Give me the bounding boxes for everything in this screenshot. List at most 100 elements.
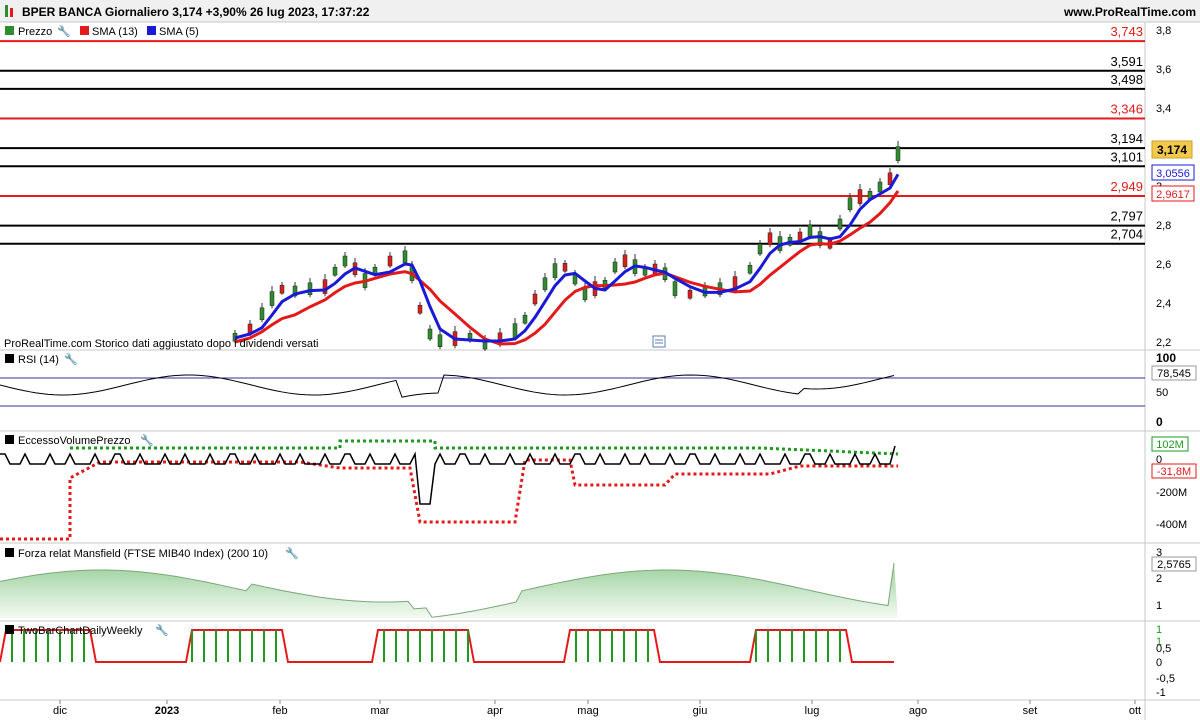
price-legend-swatch bbox=[5, 26, 14, 35]
twobar-tick-05: 0,5 bbox=[1156, 643, 1171, 655]
sma5-legend-swatch bbox=[147, 26, 156, 35]
level-label: 2,949 bbox=[1110, 179, 1143, 194]
x-axis-label: ago bbox=[909, 705, 927, 717]
chart-title: BPER BANCA Giornaliero 3,174 +3,90% 26 l… bbox=[22, 5, 370, 19]
twobar-label: TwoBarChartDailyWeekly bbox=[18, 625, 143, 637]
candle bbox=[582, 287, 588, 301]
candle bbox=[837, 218, 843, 230]
candle bbox=[532, 293, 538, 305]
candle bbox=[402, 250, 408, 264]
volume-label: EccessoVolumePrezzo bbox=[18, 435, 131, 447]
sma5-value-label: 3,0556 bbox=[1156, 168, 1190, 180]
chart-canvas: BPER BANCA Giornaliero 3,174 +3,90% 26 l… bbox=[0, 0, 1200, 720]
price-tick: 3,8 bbox=[1156, 25, 1171, 37]
volume-neg-value: -31,8M bbox=[1157, 466, 1191, 478]
price-tick: 2,4 bbox=[1156, 298, 1171, 310]
level-label: 2,704 bbox=[1110, 227, 1143, 242]
price-tick: 3,6 bbox=[1156, 64, 1171, 76]
candle bbox=[807, 224, 813, 238]
level-label: 3,194 bbox=[1110, 131, 1143, 146]
watermark-text: ProRealTime.com Storico dati aggiustato … bbox=[4, 338, 318, 350]
sma13-value-label: 2,9617 bbox=[1156, 189, 1190, 201]
wrench-icon[interactable]: 🔧 bbox=[285, 546, 299, 560]
candle bbox=[387, 255, 393, 267]
price-tick: 2,6 bbox=[1156, 259, 1171, 271]
candle bbox=[857, 189, 863, 204]
legend-price: Prezzo bbox=[18, 26, 52, 38]
x-axis-label: feb bbox=[272, 705, 287, 717]
candle bbox=[622, 254, 628, 268]
candle bbox=[279, 284, 285, 294]
level-label: 3,498 bbox=[1110, 72, 1143, 87]
x-axis-label: lug bbox=[805, 705, 820, 717]
x-axis-label: giu bbox=[693, 705, 708, 717]
candle bbox=[895, 146, 901, 161]
mansfield-label: Forza relat Mansfield (FTSE MIB40 Index)… bbox=[18, 548, 268, 560]
price-tick: 2,8 bbox=[1156, 220, 1171, 232]
volume-tick-200: -200M bbox=[1156, 487, 1187, 499]
candle bbox=[542, 277, 548, 291]
x-axis-label: apr bbox=[487, 705, 503, 717]
mansfield-value: 2,5765 bbox=[1157, 559, 1191, 571]
level-label: 3,346 bbox=[1110, 102, 1143, 117]
candle bbox=[307, 282, 313, 296]
dividend-icon[interactable] bbox=[652, 335, 666, 348]
sma5-line bbox=[234, 173, 900, 343]
twobar-legend: TwoBarChartDailyWeekly 🔧 bbox=[5, 623, 169, 637]
legend-sma13: SMA (13) bbox=[92, 26, 138, 38]
candle bbox=[269, 291, 275, 306]
candle bbox=[522, 314, 528, 324]
rsi-tick-50: 50 bbox=[1156, 387, 1168, 399]
volume-tick-400: -400M bbox=[1156, 519, 1187, 531]
volume-pos-value: 102M bbox=[1156, 439, 1184, 451]
mansfield-legend: Forza relat Mansfield (FTSE MIB40 Index)… bbox=[5, 546, 299, 560]
price-tick: 3,4 bbox=[1156, 103, 1171, 115]
x-axis-label: mar bbox=[371, 705, 390, 717]
candle bbox=[687, 289, 693, 299]
horizontal-levels: 3,743 3,591 3,498 3,346 3,194 3,101 2,949 2,797… bbox=[0, 24, 1145, 245]
rsi-tick-100: 100 bbox=[1156, 351, 1176, 365]
price-tick: 2,2 bbox=[1156, 337, 1171, 349]
candle bbox=[437, 334, 443, 348]
candle bbox=[672, 281, 678, 296]
twobar-tick-m05: -0,5 bbox=[1156, 673, 1175, 685]
volume-legend: EccessoVolumePrezzo 🔧 bbox=[5, 433, 154, 447]
mansfield-tick-2: 2 bbox=[1156, 573, 1162, 585]
candle bbox=[877, 181, 883, 193]
candle bbox=[512, 323, 518, 338]
candle bbox=[552, 263, 558, 278]
x-axis: dic 2023 feb mar apr mag giu lug ago set ott bbox=[53, 700, 1141, 717]
candle bbox=[417, 304, 423, 314]
candle bbox=[757, 243, 763, 255]
x-axis-label: mag bbox=[577, 705, 598, 717]
twobar-tick-m1: -1 bbox=[1156, 687, 1166, 699]
wrench-icon[interactable]: 🔧 bbox=[155, 623, 169, 637]
candle bbox=[332, 266, 338, 276]
level-label: 3,101 bbox=[1110, 149, 1143, 164]
candle bbox=[767, 232, 773, 246]
price-candles bbox=[232, 141, 901, 351]
x-axis-label: dic bbox=[53, 705, 68, 717]
sma13-legend-swatch bbox=[80, 26, 89, 35]
wrench-icon[interactable]: 🔧 bbox=[140, 433, 154, 447]
x-axis-label: set bbox=[1023, 705, 1038, 717]
candle bbox=[847, 197, 853, 211]
candle bbox=[612, 261, 618, 273]
twobar-tick-0: 0 bbox=[1156, 657, 1162, 669]
website-label: www.ProRealTime.com bbox=[1063, 5, 1196, 19]
candle bbox=[747, 264, 753, 274]
rsi-value: 78,545 bbox=[1157, 368, 1191, 380]
candle bbox=[427, 328, 433, 340]
rsi-tick-0: 0 bbox=[1156, 415, 1163, 429]
level-label: 3,591 bbox=[1110, 54, 1143, 69]
x-axis-label: 2023 bbox=[155, 705, 179, 717]
wrench-icon[interactable]: 🔧 bbox=[57, 24, 71, 38]
wrench-icon[interactable]: 🔧 bbox=[64, 352, 78, 366]
candle bbox=[562, 262, 568, 272]
twobar-value-top: 1 bbox=[1156, 624, 1162, 636]
legend-sma5: SMA (5) bbox=[159, 26, 199, 38]
rsi-label: RSI (14) bbox=[18, 354, 59, 366]
price-legend: Prezzo 🔧 SMA (13) SMA (5) bbox=[2, 23, 282, 38]
last-price-label: 3,174 bbox=[1157, 143, 1187, 157]
candle bbox=[259, 307, 265, 321]
